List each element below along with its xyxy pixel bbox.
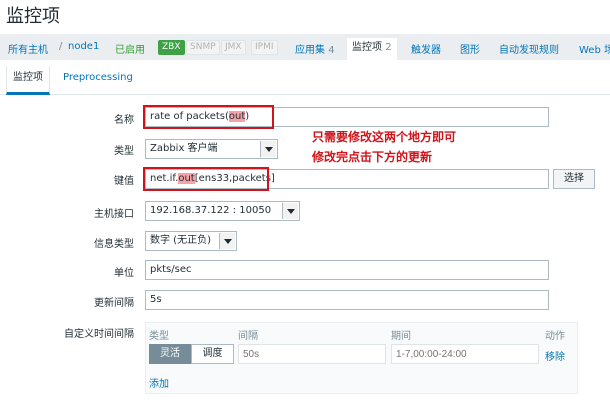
key-highlight-box bbox=[143, 167, 269, 191]
nav-triggers[interactable]: 触发器 bbox=[411, 41, 441, 56]
header-interval: 间隔 bbox=[238, 331, 258, 342]
header-type: 类型 bbox=[149, 331, 169, 342]
scheduling-toggle[interactable]: 调度 bbox=[191, 344, 234, 364]
type-label: 类型 bbox=[114, 146, 134, 157]
availability-ipmi-badge: IPMI bbox=[251, 40, 278, 55]
host-status-enabled[interactable]: 已启用 bbox=[115, 41, 145, 56]
tab-preprocessing[interactable]: Preprocessing bbox=[63, 72, 133, 83]
nav-items-active[interactable]: 监控项 2 bbox=[347, 38, 397, 60]
chevron-down-icon bbox=[282, 203, 298, 219]
key-label: 键值 bbox=[114, 176, 134, 187]
tab-item[interactable]: 监控项 bbox=[6, 66, 50, 95]
nav-web-scenarios[interactable]: Web 场 bbox=[579, 41, 610, 56]
custom-intervals-table: 类型 间隔 期间 动作 灵活 调度 移除 添加 bbox=[145, 322, 578, 394]
interval-label: 更新间隔 bbox=[94, 298, 134, 309]
nav-graphs[interactable]: 图形 bbox=[460, 41, 480, 56]
select-key-button[interactable]: 选择 bbox=[553, 169, 595, 189]
name-highlight-box bbox=[143, 105, 274, 129]
nav-discovery-rules[interactable]: 自动发现规则 bbox=[499, 41, 559, 56]
units-label: 单位 bbox=[114, 268, 134, 279]
chevron-down-icon bbox=[260, 141, 276, 157]
interface-select[interactable]: 192.168.37.122 : 10050 bbox=[145, 201, 300, 221]
header-action: 动作 bbox=[545, 331, 565, 342]
interface-label: 主机接口 bbox=[94, 209, 134, 220]
flexible-toggle[interactable]: 灵活 bbox=[149, 344, 191, 364]
add-interval-link[interactable]: 添加 bbox=[149, 375, 169, 390]
form-tabs: 监控项 Preprocessing bbox=[0, 66, 610, 95]
breadcrumb-host[interactable]: node1 bbox=[68, 41, 99, 52]
page-title: 监控项 bbox=[6, 6, 60, 27]
nav-applications[interactable]: 应用集 4 bbox=[295, 41, 335, 56]
availability-snmp-badge: SNMP bbox=[186, 40, 220, 55]
interval-input[interactable]: 5s bbox=[145, 290, 549, 310]
host-navigation-bar: 所有主机 / node1 已启用 ZBX SNMP JMX IPMI 应用集 4… bbox=[0, 34, 610, 60]
header-period: 期间 bbox=[391, 331, 411, 342]
flex-interval-input[interactable] bbox=[238, 344, 386, 364]
type-select[interactable]: Zabbix 客户端 bbox=[145, 139, 278, 159]
chevron-down-icon bbox=[219, 233, 235, 249]
remove-interval-link[interactable]: 移除 bbox=[545, 348, 565, 363]
annotation-line-2: 修改完点击下方的更新 bbox=[312, 150, 433, 164]
availability-jmx-badge: JMX bbox=[221, 40, 246, 55]
annotation-line-1: 只需要修改这两个地方即可 bbox=[312, 130, 457, 144]
name-label: 名称 bbox=[114, 115, 134, 126]
custom-intervals-label: 自定义时间间隔 bbox=[64, 329, 134, 340]
breadcrumb-all-hosts[interactable]: 所有主机 bbox=[8, 41, 48, 56]
flex-period-input[interactable] bbox=[391, 344, 539, 364]
availability-zbx-badge: ZBX bbox=[158, 40, 185, 55]
info-type-label: 信息类型 bbox=[94, 239, 134, 250]
units-input[interactable]: pkts/sec bbox=[145, 260, 549, 280]
breadcrumb-separator: / bbox=[59, 41, 63, 52]
info-type-select[interactable]: 数字 (无正负) bbox=[145, 231, 237, 251]
